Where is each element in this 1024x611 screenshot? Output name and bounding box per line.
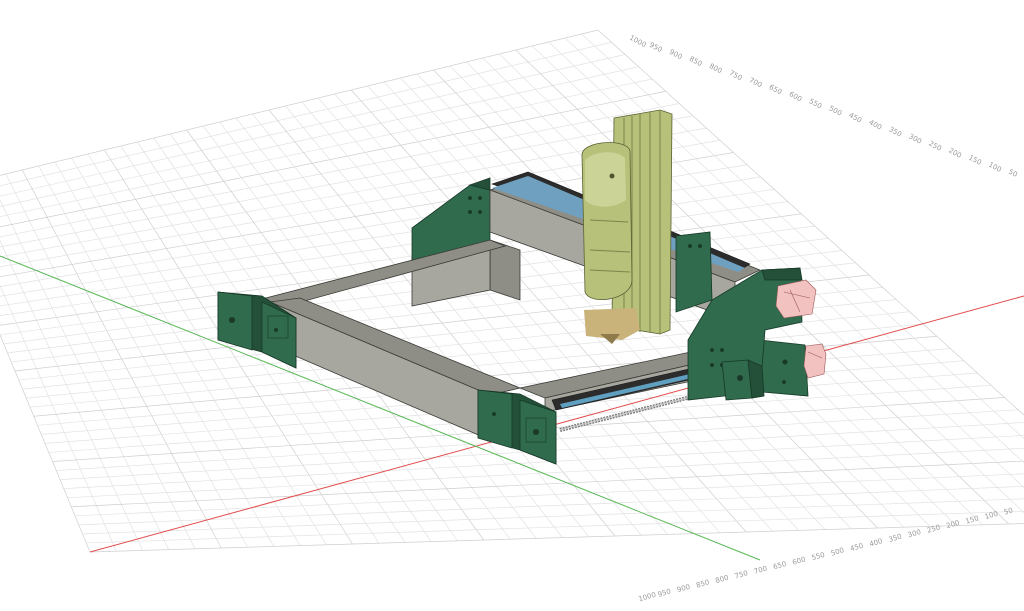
spindle-body[interactable] (581, 142, 633, 300)
ruler-tick-label: 850 (695, 578, 710, 589)
ruler-tick-label: 500 (830, 546, 845, 557)
ruler-tick-label: 150 (965, 514, 980, 525)
ruler-tick-label: 600 (791, 555, 806, 566)
stepper-motor-rear[interactable] (775, 279, 817, 319)
ruler-tick-label: 400 (867, 118, 883, 131)
lead-screw-nut-block[interactable] (721, 359, 765, 401)
ruler-tick-label: 500 (828, 104, 844, 117)
ruler-tick-label: 450 (847, 111, 863, 124)
grid-line (71, 460, 1024, 508)
stepper-motor-front[interactable] (803, 343, 827, 379)
ruler-tick-label: 900 (676, 583, 691, 594)
ruler-tick-label: 150 (967, 154, 983, 167)
ruler-tick-label: 650 (772, 560, 787, 571)
cnc-machine-model[interactable] (217, 109, 827, 465)
ruler-tick-label: 900 (668, 48, 684, 61)
ruler-ticks-bottom: 1000 950 900 850 800 750 700 650 600 550 500 450 400… (638, 506, 1014, 603)
ruler-tick-label: 300 (907, 528, 922, 539)
ruler-tick-label: 700 (748, 76, 764, 89)
ruler-tick-label: 50 (1007, 168, 1019, 179)
ruler-tick-label: 450 (849, 542, 864, 553)
ruler-tick-label: 400 (868, 537, 883, 548)
ruler-tick-label: 650 (768, 83, 784, 96)
ruler-tick-label: 50 (1003, 506, 1014, 516)
ruler-tick-label: 850 (688, 55, 704, 68)
ruler-tick-label: 350 (887, 125, 903, 138)
ruler-tick-label: 600 (788, 90, 804, 103)
ruler-tick-label: 200 (945, 519, 960, 530)
ruler-tick-label: 350 (888, 533, 903, 544)
grid-line (89, 523, 1024, 553)
ruler-tick-label: 550 (811, 551, 826, 562)
ruler-tick-label: 100 (987, 161, 1003, 174)
ruler-ticks-right: 1000 950 900 850 800 750 700 650 600 550 500450 400… (628, 34, 1019, 179)
ruler-tick-label: 100 (984, 510, 999, 521)
ruler-tick-label: 200 (947, 147, 963, 160)
ruler-tick-label: 300 (907, 132, 923, 145)
ruler-tick-label: 550 (808, 97, 824, 110)
ruler-tick-label: 700 (753, 565, 768, 576)
ruler-tick-label: 800 (715, 574, 730, 585)
design-canvas[interactable]: 1000 950 900 850 800 750 700 650 600 550 500 450 400… (0, 0, 1024, 611)
ruler-tick-label: 750 (728, 69, 744, 82)
ruler-tick-label: 800 (708, 62, 724, 75)
ruler-tick-label: 1000 (638, 591, 657, 604)
3d-viewport[interactable]: 1000 950900850800750700650600550500450400… (0, 0, 1024, 611)
ruler-tick-label: 1000 (628, 34, 647, 49)
ruler-tick-label: 950 (648, 41, 664, 54)
ruler-tick-label: 250 (927, 139, 943, 152)
front-right-end-plate[interactable] (477, 389, 557, 465)
ruler-tick-label: 950 (657, 587, 672, 598)
ruler-tick-label: 750 (734, 569, 749, 580)
